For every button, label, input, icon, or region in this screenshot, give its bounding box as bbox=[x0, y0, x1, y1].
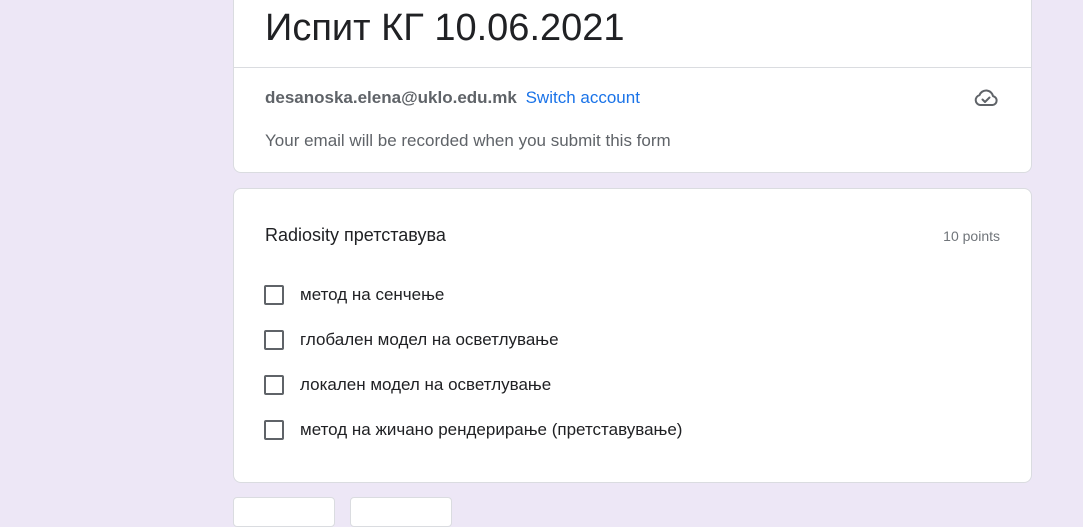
form-header-card: Испит КГ 10.06.2021 desanoska.elena@uklo… bbox=[233, 0, 1032, 173]
option-item[interactable]: метод на жичано рендерирање (претставува… bbox=[264, 417, 682, 443]
option-label: метод на жичано рендерирање (претставува… bbox=[300, 420, 683, 439]
option-item[interactable]: метод на сенчење bbox=[264, 282, 444, 308]
option-item[interactable]: глобален модел на осветлување bbox=[264, 327, 559, 353]
account-row: desanoska.elena@uklo.edu.mk Switch accou… bbox=[265, 87, 640, 109]
email-recorded-notice: Your email will be recorded when you sub… bbox=[265, 131, 671, 150]
switch-account-link[interactable]: Switch account bbox=[526, 88, 640, 107]
option-label: глобален модел на осветлување bbox=[300, 330, 559, 349]
bottom-button-partial[interactable] bbox=[233, 497, 335, 527]
question-points: 10 points bbox=[943, 228, 1000, 244]
option-item[interactable]: локален модел на осветлување bbox=[264, 372, 551, 398]
question-card: Radiosity претставува 10 points метод на… bbox=[233, 188, 1032, 483]
header-divider bbox=[234, 67, 1031, 68]
option-label: метод на сенчење bbox=[300, 285, 445, 304]
checkbox[interactable] bbox=[264, 330, 284, 350]
form-title: Испит КГ 10.06.2021 bbox=[265, 7, 625, 49]
bottom-button-partial[interactable] bbox=[350, 497, 452, 527]
account-email: desanoska.elena@uklo.edu.mk bbox=[265, 88, 517, 107]
question-title: Radiosity претставува bbox=[265, 225, 446, 245]
checkbox[interactable] bbox=[264, 375, 284, 395]
option-label: локален модел на осветлување bbox=[300, 375, 552, 394]
checkbox[interactable] bbox=[264, 285, 284, 305]
cloud-done-icon[interactable] bbox=[973, 86, 999, 110]
checkbox[interactable] bbox=[264, 420, 284, 440]
